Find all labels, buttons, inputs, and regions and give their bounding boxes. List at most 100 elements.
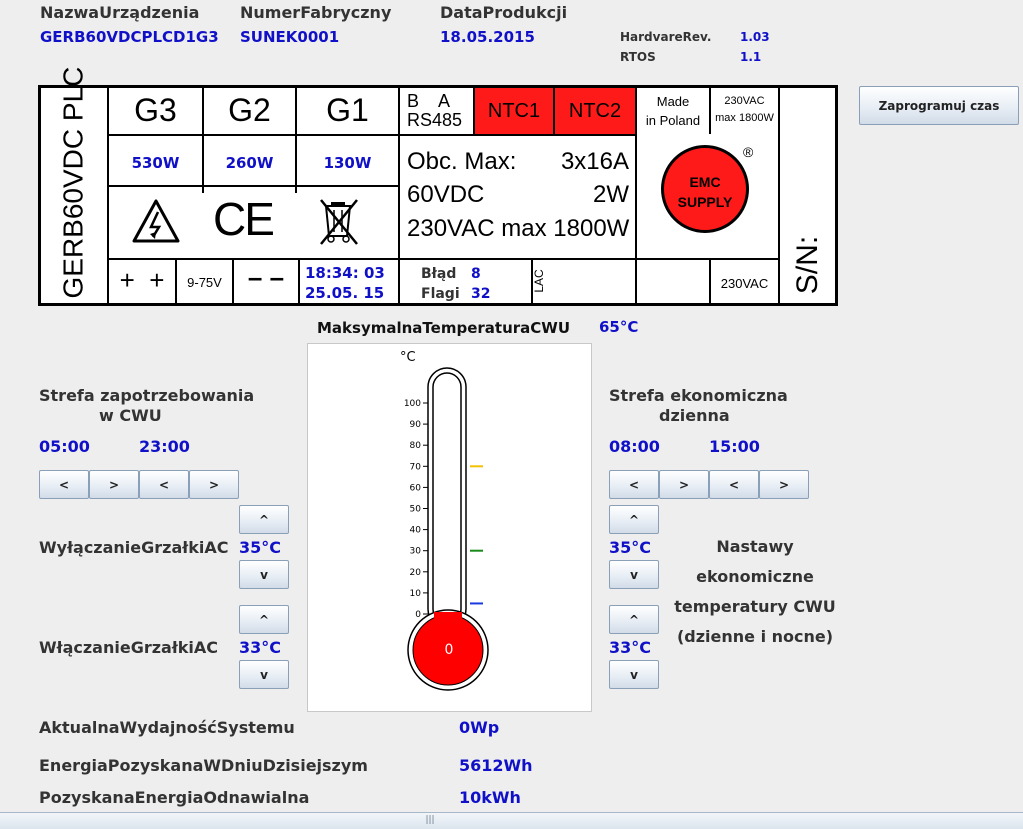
demand-end-increase-button[interactable]: > [189, 470, 239, 499]
renewable-energy-label: PozyskanaEnergiaOdnawialna [39, 788, 310, 807]
vac-max-line: 230VAC max 1800W [407, 215, 630, 242]
vac-bottom-label: 230VAC [720, 276, 769, 291]
heater-on-up-button[interactable]: ^ [239, 605, 289, 634]
thermometer-tick-label: 0 [415, 610, 421, 620]
energy-today-value: 5612Wh [459, 756, 533, 775]
renewable-energy-value: 10kWh [459, 788, 521, 807]
eco-start-increase-button[interactable]: > [659, 470, 709, 499]
sn-label: S/N: [791, 235, 824, 295]
eco-zone-title: Strefa ekonomiczna [609, 386, 788, 405]
eco-start-decrease-button[interactable]: < [609, 470, 659, 499]
thermometer-tick-label: 10 [410, 589, 422, 599]
eco-on-value: 33°C [609, 638, 652, 657]
flags-value: 32 [471, 286, 491, 302]
vdc-label: 60VDC [407, 181, 485, 208]
eco-note-line-2: ekonomiczne [696, 567, 814, 586]
eco-off-up-button[interactable]: ^ [609, 505, 659, 534]
hw-rev-value: 1.03 [740, 30, 770, 44]
heater-on-down-button[interactable]: v [239, 660, 289, 689]
ce-mark-icon: CE [213, 193, 275, 245]
eco-end-decrease-button[interactable]: < [709, 470, 759, 499]
eco-off-value: 35°C [609, 538, 652, 557]
g2-label: G2 [228, 92, 271, 128]
horizontal-scrollbar[interactable]: ||| [0, 812, 1023, 829]
eco-zone-subtitle: dzienna [659, 406, 730, 425]
eco-end-increase-button[interactable]: > [759, 470, 809, 499]
eco-zone-end: 15:00 [709, 437, 760, 456]
eco-on-down-button[interactable]: v [609, 660, 659, 689]
rtos-label: RTOS [620, 50, 656, 64]
emc-label: EMC [689, 174, 721, 190]
weee-bin-icon [320, 199, 358, 245]
system-performance-label: AktualnaWydajnośćSystemu [39, 718, 295, 737]
flags-label: Flagi [421, 286, 460, 302]
bus-ba-label: B A [407, 91, 451, 111]
serial-label: NumerFabryczny [240, 3, 392, 22]
ntc2-cell: NTC2 [555, 88, 635, 134]
device-name-value: GERB60VDCPLCD1G3 [40, 28, 219, 46]
plus-terminals: + + [119, 265, 165, 295]
demand-zone-subtitle: w CWU [99, 406, 162, 425]
high-voltage-warning-icon [132, 199, 180, 243]
rtos-value: 1.1 [740, 50, 762, 64]
heater-off-up-button[interactable]: ^ [239, 505, 289, 534]
made-label: Made [656, 94, 690, 109]
g3-power: 530W [131, 154, 180, 172]
demand-zone-title: Strefa zapotrzebowania [39, 386, 255, 405]
in-poland-label: in Poland [645, 113, 701, 128]
thermometer-tick-label: 90 [410, 420, 422, 430]
error-value: 8 [471, 266, 481, 282]
thermometer-tick-label: 80 [410, 441, 422, 451]
clock-date: 25.05. 15 [305, 284, 385, 302]
eco-on-up-button[interactable]: ^ [609, 605, 659, 634]
g1-power: 130W [323, 154, 372, 172]
device-plate: GERB60VDC PLC G3 G2 G1 530W 260W 130W B … [38, 66, 838, 306]
device-name-label: NazwaUrządzenia [40, 3, 200, 22]
hw-rev-label: HardvareRev. [620, 30, 712, 44]
vac-label: 230VAC [724, 95, 765, 107]
ntc1-cell: NTC1 [475, 88, 553, 134]
lac-label: LAC [532, 269, 546, 293]
g1-label: G1 [326, 92, 369, 128]
clock-time: 18:34: 03 [305, 264, 385, 282]
eco-note-line-1: Nastawy [716, 537, 794, 556]
demand-start-increase-button[interactable]: > [89, 470, 139, 499]
max-power-label: max 1800W [715, 112, 774, 124]
supply-label: SUPPLY [677, 194, 733, 210]
heater-off-label: WyłączanieGrzałkiAC [39, 538, 229, 557]
thermometer-tick-label: 40 [410, 526, 422, 536]
heater-on-value: 33°C [239, 638, 282, 657]
voltage-range: 9-75V [187, 275, 222, 290]
registered-mark: ® [743, 144, 754, 160]
eco-off-down-button[interactable]: v [609, 560, 659, 589]
program-time-button[interactable]: Zaprogramuj czas [859, 86, 1019, 125]
eco-note-line-3: temperatury CWU [674, 597, 836, 616]
max-temp-label: MaksymalnaTemperaturaCWU [317, 319, 571, 337]
date-label: DataProdukcji [440, 3, 568, 22]
obc-max-label: Obc. Max: [407, 148, 517, 175]
vdc-power: 2W [593, 181, 629, 208]
g2-power: 260W [225, 154, 274, 172]
thermometer-panel: °C 100 90 80 70 60 50 40 30 20 10 0 0 [307, 343, 592, 712]
minus-terminals: – – [247, 262, 285, 292]
scrollbar-grip[interactable]: ||| [400, 814, 460, 826]
thermometer-tick-label: 50 [410, 505, 422, 515]
obc-max-value: 3x16A [560, 148, 629, 175]
thermometer-tick-label: 100 [404, 399, 421, 409]
thermometer-value: 0 [444, 642, 454, 658]
eco-note-line-4: (dzienne i nocne) [676, 627, 834, 646]
serial-value: SUNEK0001 [240, 28, 340, 46]
heater-off-value: 35°C [239, 538, 282, 557]
thermometer-tick-label: 70 [410, 462, 422, 472]
max-temp-value: 65°C [599, 318, 639, 336]
rs485-label: RS485 [407, 110, 463, 130]
system-performance-value: 0Wp [459, 718, 500, 737]
error-label: Błąd [421, 266, 457, 282]
demand-end-decrease-button[interactable]: < [139, 470, 189, 499]
thermometer-tick-label: 20 [410, 568, 422, 578]
g3-label: G3 [134, 92, 177, 128]
plate-vertical-title: GERB60VDC PLC [57, 66, 89, 299]
heater-off-down-button[interactable]: v [239, 560, 289, 589]
demand-zone-end: 23:00 [139, 437, 190, 456]
demand-start-decrease-button[interactable]: < [39, 470, 89, 499]
